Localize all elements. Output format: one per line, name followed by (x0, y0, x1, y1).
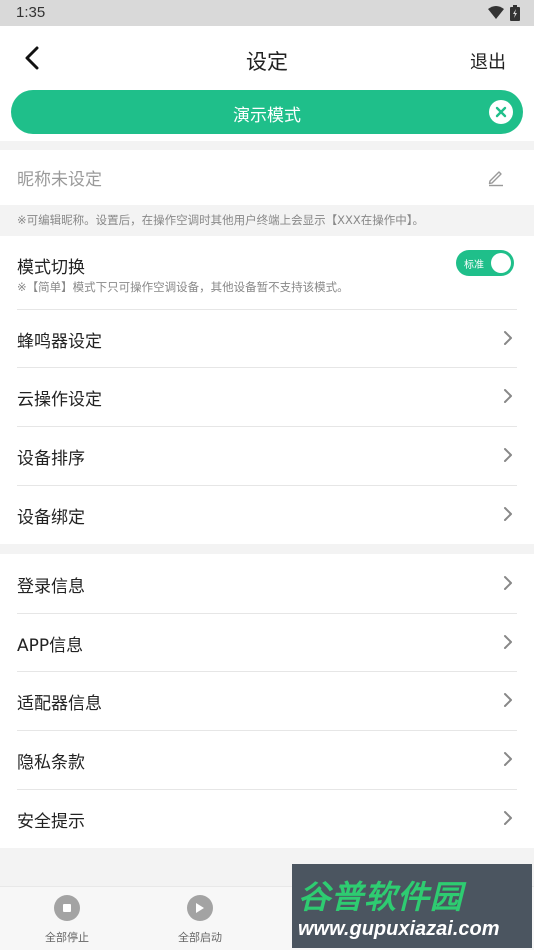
divider (17, 730, 517, 731)
nickname-row[interactable]: 昵称未设定 (0, 150, 534, 205)
chevron-right-icon (504, 576, 512, 590)
battery-icon (510, 5, 520, 21)
divider (17, 426, 517, 427)
nickname-note: ※可编辑昵称。设置后，在操作空调时其他用户终端上会显示【XXX在操作中】。 (17, 213, 425, 227)
menu-item-app-info[interactable]: APP信息 (0, 613, 534, 671)
wifi-icon (488, 6, 504, 19)
pencil-icon (488, 171, 503, 187)
chevron-right-icon (504, 507, 512, 521)
menu-item-cloud-operation[interactable]: 云操作设定 (0, 367, 534, 425)
tab-start-all[interactable]: 全部启动 (140, 895, 260, 945)
tab-stop-all[interactable]: 全部停止 (7, 895, 127, 945)
chevron-right-icon (504, 752, 512, 766)
tab-label: 全部启动 (178, 931, 222, 944)
play-icon (187, 895, 213, 921)
mode-toggle[interactable]: 标准 (456, 250, 514, 276)
header: 设定 退出 (0, 26, 534, 90)
menu-item-label: 隐私条款 (17, 753, 85, 773)
watermark: 谷普软件园 www.gupuxiazai.com (292, 864, 532, 948)
watermark-brand: 谷普软件园 (298, 878, 464, 916)
nickname-value: 昵称未设定 (17, 170, 102, 190)
tab-label: 全部停止 (45, 931, 89, 944)
menu-item-label: 适配器信息 (17, 694, 102, 714)
logout-button[interactable]: 退出 (470, 48, 506, 74)
demo-mode-banner[interactable]: 演示模式 (11, 90, 523, 134)
menu-item-device-binding[interactable]: 设备绑定 (0, 485, 534, 543)
toggle-knob (491, 253, 511, 273)
edit-nickname-button[interactable] (486, 167, 506, 187)
menu-item-safety-tips[interactable]: 安全提示 (0, 789, 534, 847)
watermark-url: www.gupuxiazai.com (298, 918, 500, 940)
menu-item-privacy-terms[interactable]: 隐私条款 (0, 730, 534, 788)
demo-close-button[interactable] (489, 100, 513, 124)
close-icon (495, 106, 507, 118)
chevron-right-icon (504, 693, 512, 707)
menu-item-label: 云操作设定 (17, 390, 102, 410)
page-title: 设定 (246, 50, 288, 74)
chevron-right-icon (504, 331, 512, 345)
chevron-right-icon (504, 448, 512, 462)
menu-item-label: 登录信息 (17, 577, 85, 597)
divider (17, 613, 517, 614)
status-time: 1:35 (16, 4, 46, 21)
chevron-right-icon (504, 389, 512, 403)
toggle-label: 标准 (464, 260, 484, 271)
divider (17, 309, 517, 310)
divider (17, 367, 517, 368)
menu-item-label: 设备排序 (17, 449, 85, 469)
mode-switch-label: 模式切换 (17, 258, 85, 278)
chevron-right-icon (504, 811, 512, 825)
menu-item-buzzer[interactable]: 蜂鸣器设定 (0, 309, 534, 367)
menu-item-label: 设备绑定 (17, 508, 85, 528)
demo-mode-label: 演示模式 (233, 106, 301, 126)
divider (17, 671, 517, 672)
settings-section-1: 模式切换 ※【简单】模式下只可操作空调设备，其他设备暂不支持该模式。 标准 蜂鸣… (0, 236, 534, 544)
menu-item-login-info[interactable]: 登录信息 (0, 554, 534, 612)
status-bar: 1:35 (0, 0, 534, 26)
mode-switch-note: ※【简单】模式下只可操作空调设备，其他设备暂不支持该模式。 (17, 280, 349, 294)
settings-section-2: 登录信息 APP信息 适配器信息 隐私条款 安全提示 (0, 554, 534, 848)
menu-item-label: 安全提示 (17, 812, 85, 832)
menu-item-adapter-info[interactable]: 适配器信息 (0, 671, 534, 729)
divider (17, 485, 517, 486)
demo-banner-area: 演示模式 (0, 84, 534, 141)
menu-item-label: 蜂鸣器设定 (17, 332, 102, 352)
status-icons (488, 5, 520, 21)
mode-switch-row: 模式切换 ※【简单】模式下只可操作空调设备，其他设备暂不支持该模式。 标准 (0, 236, 534, 308)
chevron-right-icon (504, 635, 512, 649)
menu-item-device-sort[interactable]: 设备排序 (0, 426, 534, 484)
stop-icon (54, 895, 80, 921)
divider (17, 789, 517, 790)
menu-item-label: APP信息 (17, 636, 84, 656)
